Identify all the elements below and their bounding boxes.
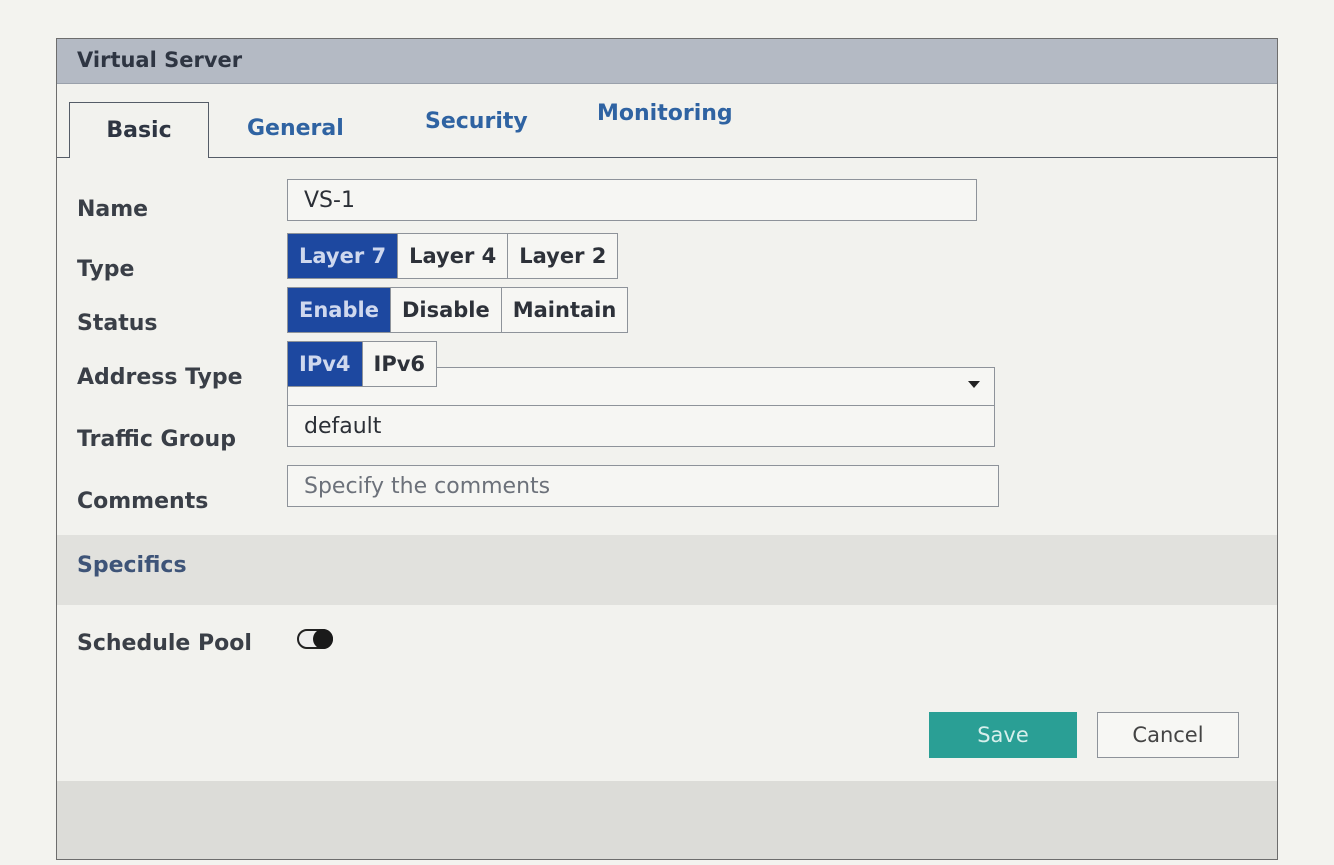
tab-security[interactable]: Security (425, 109, 528, 134)
type-option-layer4[interactable]: Layer 4 (398, 234, 509, 278)
type-segmented-control: Layer 7 Layer 4 Layer 2 (287, 233, 619, 279)
address-type-label: Address Type (77, 365, 243, 390)
name-label: Name (77, 197, 149, 222)
tab-general[interactable]: General (247, 116, 344, 141)
status-option-enable[interactable]: Enable (288, 288, 391, 332)
specifics-heading: Specifics (77, 553, 187, 578)
type-option-layer7[interactable]: Layer 7 (288, 234, 399, 278)
dialog-footer (57, 781, 1277, 859)
dialog-title: Virtual Server (77, 48, 243, 72)
address-option-ipv6[interactable]: IPv6 (363, 342, 437, 386)
tab-basic[interactable]: Basic (69, 102, 209, 158)
address-option-ipv4[interactable]: IPv4 (288, 342, 363, 386)
type-option-layer2[interactable]: Layer 2 (508, 234, 617, 278)
address-type-segmented-control: IPv4 IPv6 (287, 341, 438, 387)
cancel-button[interactable]: Cancel (1097, 712, 1239, 758)
status-option-disable[interactable]: Disable (391, 288, 502, 332)
chevron-down-icon[interactable] (968, 381, 980, 388)
tab-divider (57, 157, 1277, 158)
status-option-maintain[interactable]: Maintain (502, 288, 628, 332)
type-label: Type (77, 257, 135, 282)
status-label: Status (77, 311, 158, 336)
comments-input[interactable] (287, 465, 999, 507)
status-segmented-control: Enable Disable Maintain (287, 287, 629, 333)
schedule-pool-toggle[interactable] (297, 629, 333, 649)
comments-label: Comments (77, 489, 209, 514)
toggle-switch-icon (313, 629, 333, 649)
virtual-server-dialog: Virtual Server Basic General Security Mo… (56, 38, 1278, 860)
name-input[interactable] (287, 179, 977, 221)
specifics-section-header: Specifics (57, 535, 1277, 605)
traffic-group-input[interactable] (287, 405, 995, 447)
tab-monitoring[interactable]: Monitoring (597, 101, 733, 126)
schedule-pool-label: Schedule Pool (77, 631, 252, 656)
dialog-titlebar: Virtual Server (57, 39, 1277, 84)
save-button[interactable]: Save (929, 712, 1077, 758)
traffic-group-label: Traffic Group (77, 427, 236, 452)
